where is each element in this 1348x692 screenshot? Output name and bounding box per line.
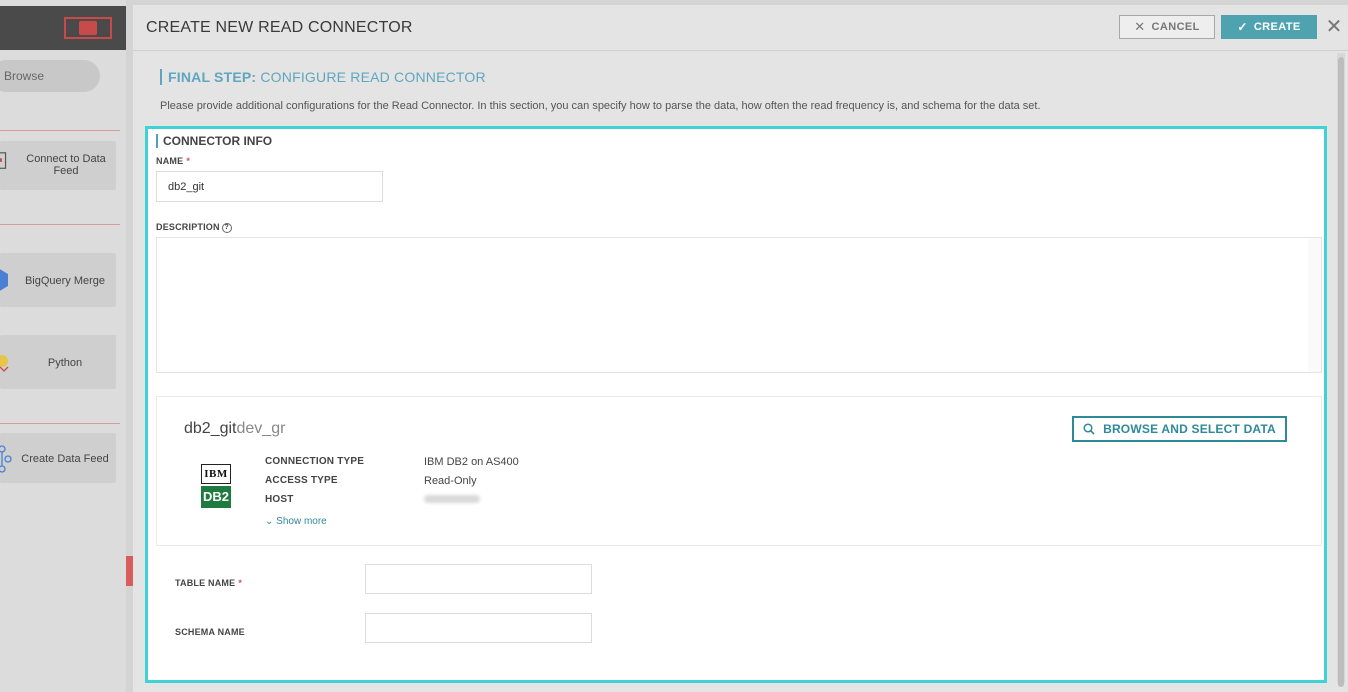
modal-scrollbar[interactable]: [1337, 53, 1345, 687]
show-more-link[interactable]: ⌄ Show more: [265, 516, 327, 527]
description-label: DESCRIPTION?: [156, 222, 232, 233]
sidebar-item-create-data-feed[interactable]: Create Data Feed: [0, 433, 116, 483]
ibm-db2-logo: IBM DB2: [201, 464, 231, 508]
close-modal-icon[interactable]: ✕: [1324, 17, 1344, 37]
description-textarea[interactable]: [156, 237, 1309, 373]
sidebar-item-label: BigQuery Merge: [24, 275, 106, 287]
chevron-down-icon: ⌄: [265, 516, 274, 527]
access-type-value: Read-Only: [424, 475, 477, 487]
scrollbar-thumb[interactable]: [1338, 57, 1344, 687]
table-name-label: TABLE NAME *: [175, 578, 243, 588]
close-icon: ✕: [1134, 19, 1146, 34]
browse-and-select-data-button[interactable]: BROWSE AND SELECT DATA: [1072, 416, 1287, 442]
step-description: Please provide additional configurations…: [160, 100, 1041, 112]
modal-header: CREATE NEW READ CONNECTOR ✕ CANCEL ✓ CRE…: [133, 5, 1348, 51]
sidebar-item-label: Python: [47, 357, 83, 369]
connector-config-panel: CONNECTOR INFO NAME* DESCRIPTION? db2_gi…: [145, 126, 1327, 683]
connection-name: db2_gitdev_gr: [184, 420, 286, 437]
checkmark-icon: ✓: [1237, 20, 1248, 34]
document-icon: [0, 152, 7, 169]
sidebar-item-label: Create Data Feed: [21, 453, 109, 465]
connection-type-value: IBM DB2 on AS400: [424, 456, 519, 468]
table-name-input[interactable]: [365, 564, 592, 594]
modal-title: CREATE NEW READ CONNECTOR: [146, 19, 413, 36]
connection-type-label: CONNECTION TYPE: [265, 456, 365, 467]
cancel-label: CANCEL: [1151, 21, 1200, 33]
hexagon-icon: [0, 269, 8, 291]
host-label: HOST: [265, 494, 294, 505]
host-value-redacted: [424, 495, 480, 503]
network-icon: [0, 445, 12, 473]
sidebar-divider: [0, 423, 120, 424]
sidebar-topbar: [0, 6, 126, 50]
sidebar-item-bigquery-merge[interactable]: BigQuery Merge: [0, 253, 116, 307]
search-icon: [1083, 423, 1095, 435]
sidebar-item-connect-to-data-feed[interactable]: Connect to Data Feed: [0, 141, 116, 190]
browse-button[interactable]: Browse: [0, 60, 100, 92]
description-scrollbar[interactable]: [1308, 237, 1322, 373]
sidebar-divider: [0, 224, 120, 225]
section-title-connector-info: CONNECTOR INFO: [156, 134, 272, 148]
cancel-button[interactable]: ✕ CANCEL: [1119, 15, 1215, 39]
name-input[interactable]: [156, 171, 383, 202]
sidebar-item-label: Connect to Data Feed: [26, 153, 106, 177]
schema-name-input[interactable]: [365, 613, 592, 643]
sidebar-item-python[interactable]: Python: [0, 335, 116, 389]
left-sidebar: Browse Connect to Data Feed BigQuery Mer…: [0, 0, 134, 692]
python-icon: [0, 355, 9, 372]
sidebar-divider: [0, 130, 120, 131]
create-button[interactable]: ✓ CREATE: [1221, 15, 1317, 39]
step-heading: FINAL STEP: CONFIGURE READ CONNECTOR: [160, 69, 486, 85]
create-label: CREATE: [1253, 21, 1301, 33]
notification-icon[interactable]: [64, 17, 112, 39]
name-label: NAME *: [156, 156, 191, 166]
access-type-label: ACCESS TYPE: [265, 475, 338, 486]
schema-name-label: SCHEMA NAME: [175, 627, 245, 637]
browse-label: BROWSE AND SELECT DATA: [1103, 422, 1276, 436]
connection-card: db2_gitdev_gr BROWSE AND SELECT DATA IBM…: [156, 396, 1322, 546]
step-prefix: FINAL STEP:: [168, 69, 257, 85]
help-icon[interactable]: ?: [221, 222, 232, 233]
step-title: CONFIGURE READ CONNECTOR: [256, 69, 486, 85]
